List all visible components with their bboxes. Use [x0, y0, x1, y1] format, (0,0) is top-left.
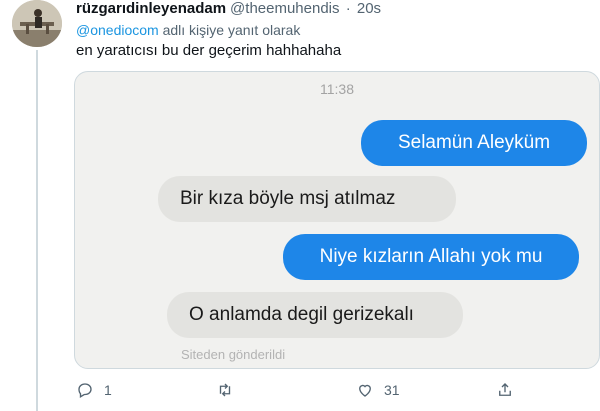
tweet-actions: 1 31 [76, 378, 600, 402]
reply-count: 1 [104, 382, 112, 398]
reply-mention-link[interactable]: @onediocom [76, 22, 159, 38]
avatar-image [12, 0, 62, 47]
message-bubble-incoming: Bir kıza böyle msj atılmaz [158, 176, 456, 222]
reply-context: @onediocom adlı kişiye yanıt olarak [76, 21, 300, 39]
tweet-media-image[interactable]: 11:38 Selamün Aleyküm Bir kıza böyle msj… [74, 71, 600, 369]
message-bubble-outgoing: Selamün Aleyküm [361, 120, 587, 166]
avatar[interactable] [12, 0, 62, 47]
like-count: 31 [384, 382, 400, 398]
thread-line [36, 50, 38, 411]
share-icon [499, 383, 511, 396]
retweet-icon [219, 383, 231, 397]
reply-button[interactable]: 1 [76, 378, 112, 402]
tweet-time[interactable]: 20s [357, 0, 381, 17]
like-button[interactable]: 31 [356, 378, 400, 402]
reply-context-label: adlı kişiye yanıt olarak [158, 22, 301, 38]
share-button[interactable] [496, 378, 514, 402]
message-bubble-incoming: O anlamda degil gerizekalı [167, 292, 463, 338]
tweet-text: en yaratıcısı bu der geçerim hahhahaha [76, 42, 342, 59]
retweet-button[interactable] [216, 378, 244, 402]
separator-dot: · [345, 0, 351, 17]
message-time: 11:38 [320, 81, 354, 97]
tweet-header: rüzgarıdinleyenadam @theemuhendis · 20s [76, 0, 381, 20]
like-icon [359, 384, 371, 397]
tweet[interactable]: rüzgarıdinleyenadam @theemuhendis · 20s @… [0, 0, 600, 411]
user-handle[interactable]: @theemuhendis [230, 0, 339, 17]
message-bubble-outgoing: Niye kızların Allahı yok mu [283, 234, 579, 280]
reply-icon [78, 383, 92, 398]
display-name[interactable]: rüzgarıdinleyenadam [76, 0, 226, 17]
sent-via-label: Siteden gönderildi [181, 347, 286, 362]
